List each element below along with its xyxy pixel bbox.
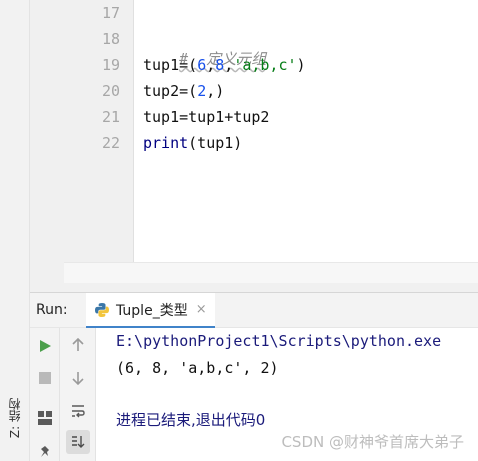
line-number: 21 bbox=[101, 108, 120, 126]
scroll-to-end-icon[interactable] bbox=[66, 430, 90, 454]
code-line-20: tup2=(2,) bbox=[143, 82, 225, 100]
line-number: 18 bbox=[101, 30, 120, 48]
down-arrow-icon[interactable] bbox=[70, 370, 86, 386]
line-number: 17 bbox=[101, 4, 120, 22]
stop-icon[interactable] bbox=[37, 370, 53, 386]
up-arrow-icon[interactable] bbox=[70, 337, 86, 353]
soft-wrap-icon[interactable] bbox=[70, 403, 86, 419]
run-icon[interactable] bbox=[37, 338, 53, 354]
line-number: 19 bbox=[101, 56, 120, 74]
line-number: 22 bbox=[101, 134, 120, 152]
editor-bottom-bar bbox=[30, 262, 478, 292]
exit-message: 进程已结束,退出代码0 bbox=[116, 411, 266, 429]
code-line-22: print(tup1) bbox=[143, 134, 243, 152]
layout-icon[interactable] bbox=[37, 410, 53, 426]
console-output[interactable]: E:\pythonProject1\Scripts\python.exe (6,… bbox=[96, 328, 478, 461]
tab-tuple-run[interactable]: Tuple_类型 × bbox=[86, 293, 215, 329]
code-editor[interactable]: # 定义元组 tup1=(6,8,'a,b,c') tup2=(2,) tup1… bbox=[134, 0, 478, 283]
run-label: Run: bbox=[36, 302, 68, 318]
program-output: (6, 8, 'a,b,c', 2) bbox=[116, 359, 279, 377]
pin-icon[interactable] bbox=[37, 444, 53, 460]
line-number: 20 bbox=[101, 82, 120, 100]
editor-gutter: 17 18 19 20 21 22 bbox=[30, 0, 134, 283]
interpreter-path: E:\pythonProject1\Scripts\python.exe bbox=[116, 332, 442, 350]
code-line-21: tup1=tup1+tup2 bbox=[143, 108, 270, 126]
python-icon bbox=[94, 302, 110, 318]
run-toolbar-secondary bbox=[60, 328, 96, 461]
run-toolbar-primary bbox=[30, 328, 60, 461]
close-icon[interactable]: × bbox=[196, 302, 207, 317]
run-panel-header: Run: Tuple_类型 × bbox=[30, 292, 478, 329]
structure-tool-button[interactable]: Z: 结构 bbox=[6, 398, 23, 438]
watermark: CSDN @财神爷首席大弟子 bbox=[281, 433, 464, 451]
left-tool-strip: Z: 结构 bbox=[0, 0, 30, 461]
code-line-19: tup1=(6,8,'a,b,c') bbox=[143, 56, 306, 74]
tab-label: Tuple_类型 bbox=[116, 302, 188, 319]
